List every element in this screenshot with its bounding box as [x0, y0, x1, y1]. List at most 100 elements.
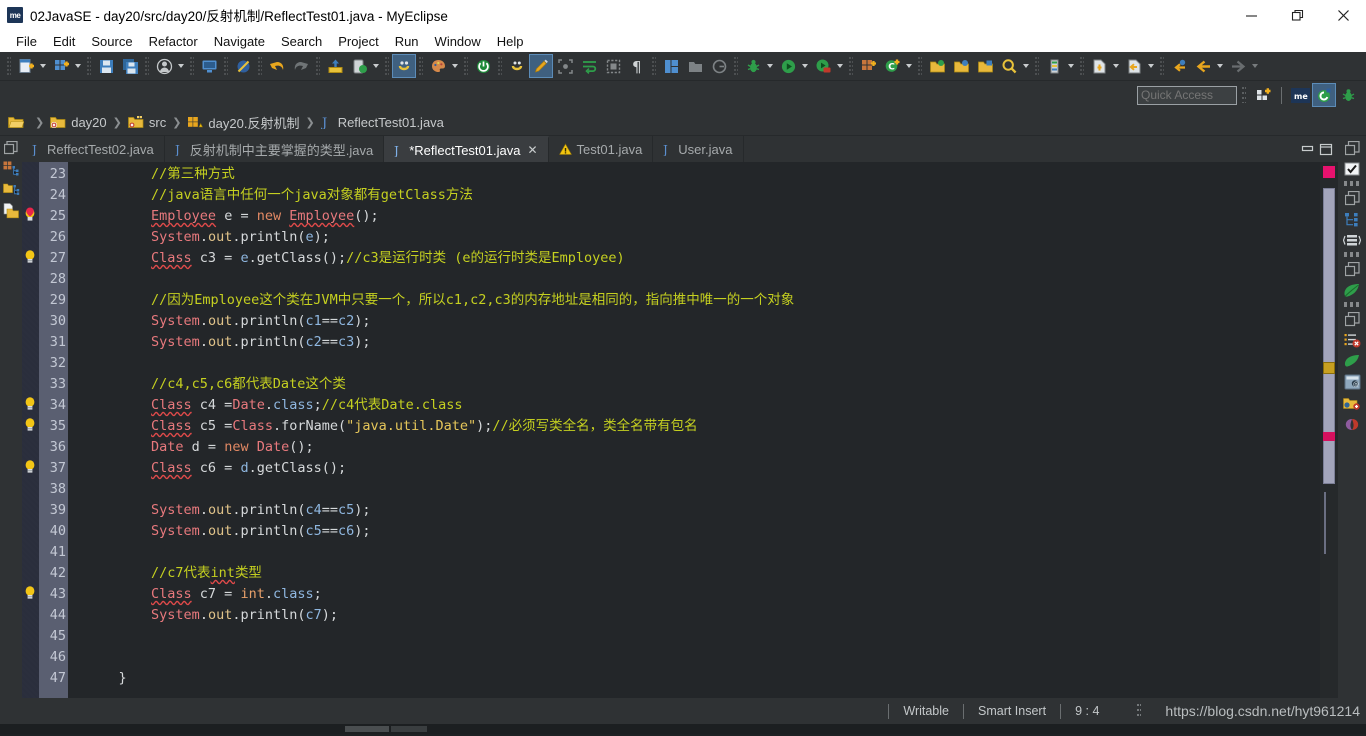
- java-perspective2-icon[interactable]: [506, 55, 528, 77]
- explorer-view-icon[interactable]: [1342, 394, 1362, 412]
- code-line[interactable]: Class c6 = d.getClass();: [86, 458, 1320, 479]
- code-line[interactable]: [86, 542, 1320, 563]
- tab-test01[interactable]: Test01.java: [549, 136, 654, 162]
- open-task2-icon[interactable]: [974, 55, 996, 77]
- toolbar-grip-17[interactable]: [1080, 57, 1084, 75]
- project-explorer-icon[interactable]: [2, 181, 20, 198]
- new-wizard-dropdown-icon[interactable]: [73, 55, 83, 77]
- status-grip[interactable]: [1137, 704, 1142, 718]
- forward-dropdown-icon[interactable]: [1250, 55, 1260, 77]
- code-line[interactable]: [86, 479, 1320, 500]
- toolbar-grip-10[interactable]: [464, 57, 468, 75]
- palette-icon[interactable]: [427, 55, 449, 77]
- servers-view-icon[interactable]: [1342, 415, 1362, 433]
- editor-marker-bar[interactable]: [22, 162, 39, 698]
- debug-perspective-icon[interactable]: [1337, 84, 1359, 106]
- breadcrumb-project[interactable]: day20: [50, 115, 107, 130]
- previous-annotation-dropdown-icon[interactable]: [1146, 55, 1156, 77]
- toolbar-grip-2[interactable]: [87, 57, 91, 75]
- code-line[interactable]: Class c7 = int.class;: [86, 584, 1320, 605]
- toolbar-grip-8[interactable]: [385, 57, 389, 75]
- word-wrap-icon[interactable]: [578, 55, 600, 77]
- debug-dropdown-icon[interactable]: [765, 55, 775, 77]
- toolbar-grip-7[interactable]: [316, 57, 320, 75]
- save-all-icon[interactable]: [119, 55, 141, 77]
- problems-view-icon[interactable]: [1342, 331, 1362, 349]
- menu-edit[interactable]: Edit: [45, 32, 83, 51]
- toolbar-grip-14[interactable]: [849, 57, 853, 75]
- new-file-dropdown-icon[interactable]: [38, 55, 48, 77]
- breadcrumb-root[interactable]: [8, 115, 29, 129]
- maximize-editor-icon[interactable]: [1318, 142, 1334, 156]
- menu-navigate[interactable]: Navigate: [206, 32, 273, 51]
- quick-fix-bulb-icon[interactable]: [23, 249, 38, 265]
- code-line[interactable]: System.out.println(c5==c6);: [86, 521, 1320, 542]
- code-line[interactable]: Class c4 =Date.class;//c4代表Date.class: [86, 395, 1320, 416]
- toolbar-grip-6[interactable]: [258, 57, 262, 75]
- run-dropdown-icon[interactable]: [800, 55, 810, 77]
- restore-views-right-icon-4[interactable]: [1342, 310, 1362, 328]
- new-class-icon[interactable]: C: [881, 55, 903, 77]
- redo-icon[interactable]: [290, 55, 312, 77]
- pilcrow-icon[interactable]: ¶: [626, 55, 648, 77]
- menu-search[interactable]: Search: [273, 32, 330, 51]
- outline-dropdown-icon[interactable]: [1066, 55, 1076, 77]
- tab-close-icon[interactable]: ✕: [527, 143, 537, 157]
- breakpoint-marker-icon[interactable]: [23, 207, 38, 223]
- user-profile-dropdown-icon[interactable]: [176, 55, 186, 77]
- quick-fix-bulb-icon[interactable]: [23, 459, 38, 475]
- menu-refactor[interactable]: Refactor: [141, 32, 206, 51]
- tab-reflect-types[interactable]: J 反射机制中主要掌握的类型.java: [165, 136, 385, 162]
- new-file-icon[interactable]: [15, 55, 37, 77]
- run-external-icon[interactable]: [812, 55, 834, 77]
- restore-layout-icon[interactable]: [660, 55, 682, 77]
- toolbar-grip[interactable]: [7, 57, 11, 75]
- maximize-button[interactable]: [1274, 0, 1320, 30]
- next-annotation-dropdown-icon[interactable]: [1111, 55, 1121, 77]
- restore-views-right-icon[interactable]: [1342, 139, 1362, 157]
- compare-view-icon[interactable]: [1342, 231, 1362, 249]
- snippets-view-icon[interactable]: @: [1342, 373, 1362, 391]
- last-edit-location-icon[interactable]: [1168, 55, 1190, 77]
- code-line[interactable]: System.out.println(e);: [86, 227, 1320, 248]
- save-icon[interactable]: [95, 55, 117, 77]
- code-line[interactable]: //第三种方式: [86, 164, 1320, 185]
- user-profile-icon[interactable]: [153, 55, 175, 77]
- database-icon[interactable]: [348, 55, 370, 77]
- toolbar-grip-15[interactable]: [918, 57, 922, 75]
- leaf-view-icon[interactable]: [1342, 281, 1362, 299]
- task-list-icon[interactable]: [1342, 160, 1362, 178]
- breadcrumb-src[interactable]: src: [128, 115, 166, 130]
- database-dropdown-icon[interactable]: [371, 55, 381, 77]
- code-line[interactable]: //因为Employee这个类在JVM中只要一个，所以c1,c2,c3的内存地址…: [86, 290, 1320, 311]
- code-line[interactable]: Employee e = new Employee();: [86, 206, 1320, 227]
- power-server-icon[interactable]: [472, 55, 494, 77]
- code-editor[interactable]: 23 24 25 26 27 28 29 30 31 32 33 34 35 36 37 38 39 40 41 42…: [22, 162, 1338, 698]
- menu-window[interactable]: Window: [427, 32, 489, 51]
- export-icon[interactable]: [324, 55, 346, 77]
- restore-views-right-icon-2[interactable]: [1342, 189, 1362, 207]
- toolbar-grip-18[interactable]: [1160, 57, 1164, 75]
- menu-source[interactable]: Source: [83, 32, 140, 51]
- forward-icon[interactable]: [1227, 55, 1249, 77]
- toolbar-grip-11[interactable]: [498, 57, 502, 75]
- toolbar-grip-5[interactable]: [224, 57, 228, 75]
- tab-reffecttest02[interactable]: J ReffectTest02.java: [22, 136, 165, 162]
- toolbar-grip-12[interactable]: [652, 57, 656, 75]
- code-line[interactable]: System.out.println(c2==c3);: [86, 332, 1320, 353]
- toolbar-grip-3[interactable]: [145, 57, 149, 75]
- code-line[interactable]: Class c3 = e.getClass();//c3是运行时类 (e的运行时…: [86, 248, 1320, 269]
- quick-fix-bulb-icon[interactable]: [23, 417, 38, 433]
- restore-views-icon[interactable]: [2, 139, 20, 156]
- quick-fix-bulb-icon[interactable]: [23, 396, 38, 412]
- open-task-icon[interactable]: [684, 55, 706, 77]
- toolbar-grip-4[interactable]: [190, 57, 194, 75]
- perspective-java-icon[interactable]: [392, 54, 416, 78]
- code-line[interactable]: //c4,c5,c6都代表Date这个类: [86, 374, 1320, 395]
- previous-annotation-icon[interactable]: [1123, 55, 1145, 77]
- console-icon[interactable]: [198, 55, 220, 77]
- back-icon[interactable]: [1192, 55, 1214, 77]
- code-line[interactable]: [86, 647, 1320, 668]
- minimize-button[interactable]: [1228, 0, 1274, 30]
- myeclipse-perspective-icon[interactable]: me: [1289, 84, 1311, 106]
